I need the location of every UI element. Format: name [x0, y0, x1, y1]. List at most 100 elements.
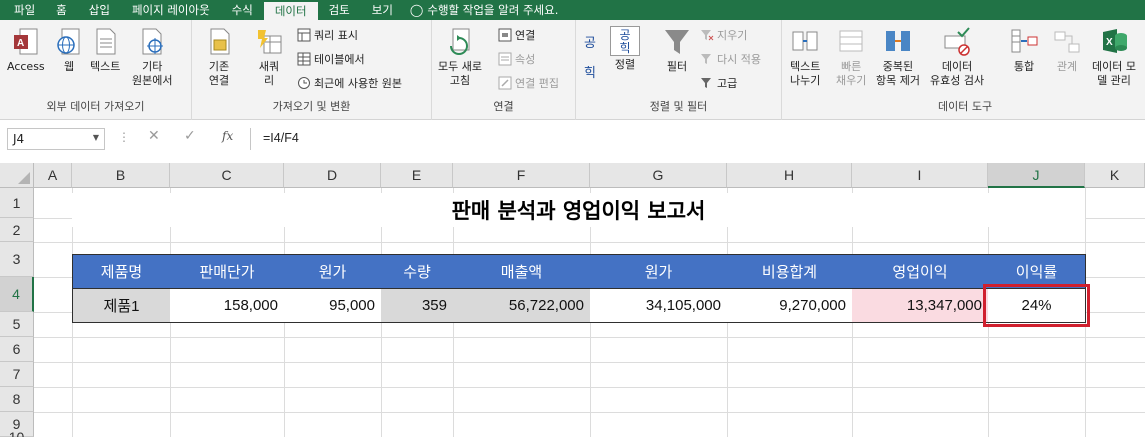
- connection-icon: [498, 28, 512, 42]
- data-cell-d4[interactable]: 95,000: [284, 289, 382, 323]
- insert-function-icon[interactable]: fx: [222, 129, 233, 143]
- enter-icon[interactable]: ✓: [184, 128, 196, 144]
- header-cell-e3[interactable]: 수량: [381, 254, 454, 289]
- row-header-1[interactable]: 1: [0, 188, 34, 218]
- data-cell-c4[interactable]: 158,000: [170, 289, 285, 323]
- row-header-6[interactable]: 6: [0, 337, 34, 362]
- row-header-3[interactable]: 3: [0, 242, 34, 277]
- tab-home[interactable]: 홈: [45, 0, 78, 20]
- new-query-button[interactable]: 새쿼 리: [254, 26, 284, 88]
- tell-me-text: 수행할 작업을 알려 주세요.: [427, 3, 559, 17]
- sort-button[interactable]: 공 힉 정렬: [610, 26, 640, 72]
- edit-links-button[interactable]: 연결 편집: [498, 75, 559, 91]
- name-box[interactable]: J4 ▼: [7, 128, 105, 150]
- row-header-5[interactable]: 5: [0, 312, 34, 337]
- tab-formulas[interactable]: 수식: [221, 0, 264, 20]
- reapply-icon: [700, 52, 714, 66]
- text-to-columns-button[interactable]: 텍스트 나누기: [790, 26, 820, 88]
- from-table-button[interactable]: 테이블에서: [297, 51, 365, 67]
- manage-data-model-button[interactable]: X 데이터 모 델 관리: [1092, 26, 1136, 88]
- tab-review[interactable]: 검토: [318, 0, 361, 20]
- row-header-2[interactable]: 2: [0, 218, 34, 242]
- properties-icon: [498, 52, 512, 66]
- filter-button[interactable]: 필터: [662, 26, 692, 74]
- access-button[interactable]: A Access: [7, 26, 45, 74]
- row-header-7[interactable]: 7: [0, 362, 34, 387]
- tab-view[interactable]: 보기: [361, 0, 404, 20]
- header-cell-c3[interactable]: 판매단가: [170, 254, 285, 289]
- access-icon: A: [11, 26, 41, 58]
- connections-button[interactable]: 연결: [498, 27, 535, 43]
- cancel-icon[interactable]: ✕: [148, 128, 160, 144]
- header-cell-d3[interactable]: 원가: [284, 254, 382, 289]
- column-header-j[interactable]: J: [988, 163, 1085, 188]
- sort-a-z-button[interactable]: 공: [584, 32, 596, 51]
- tab-page-layout[interactable]: 페이지 레이아웃: [121, 0, 221, 20]
- column-header-b[interactable]: B: [72, 163, 170, 188]
- group-label: 가져오기 및 변환: [272, 100, 351, 113]
- lightbulb-icon: ◯: [409, 3, 424, 17]
- filter-icon: [662, 26, 692, 58]
- group-get-transform: 기존 연결 새쿼 리 쿼리 표시 테이블에서 최근에 사용한 원본 가져오기 및…: [192, 20, 432, 120]
- report-title[interactable]: 판매 분석과 영업이익 보고서: [72, 193, 1085, 227]
- data-cell-g4[interactable]: 34,105,000: [590, 289, 728, 323]
- header-cell-i3[interactable]: 영업이익: [852, 254, 989, 289]
- text-to-columns-icon: [790, 26, 820, 58]
- selected-cell-highlight: [983, 284, 1090, 327]
- column-header-c[interactable]: C: [170, 163, 284, 188]
- data-model-icon: X: [1099, 26, 1129, 58]
- other-sources-icon: [137, 26, 167, 58]
- edit-links-icon: [498, 76, 512, 90]
- column-header-e[interactable]: E: [381, 163, 453, 188]
- select-all-button[interactable]: [0, 163, 34, 188]
- sort-dialog-icon: 공 힉: [610, 26, 640, 56]
- formula-input[interactable]: =I4/F4: [250, 128, 1145, 150]
- header-cell-h3[interactable]: 비용합계: [727, 254, 853, 289]
- header-cell-f3[interactable]: 매출액: [453, 254, 591, 289]
- row-header-4[interactable]: 4: [0, 277, 34, 312]
- column-header-g[interactable]: G: [590, 163, 727, 188]
- header-cell-g3[interactable]: 원가: [590, 254, 728, 289]
- remove-duplicates-icon: [883, 26, 913, 58]
- column-header-f[interactable]: F: [453, 163, 590, 188]
- column-header-k[interactable]: K: [1085, 163, 1145, 188]
- data-cell-h4[interactable]: 9,270,000: [727, 289, 853, 323]
- column-header-d[interactable]: D: [284, 163, 381, 188]
- tell-me-box[interactable]: ◯ 수행할 작업을 알려 주세요.: [404, 0, 558, 20]
- existing-connections-icon: [204, 26, 234, 58]
- data-cell-b4[interactable]: 제품1: [72, 289, 171, 323]
- refresh-all-button[interactable]: 모두 새로 고침: [438, 26, 482, 88]
- properties-button[interactable]: 속성: [498, 51, 535, 67]
- remove-duplicates-button[interactable]: 중복된 항목 제거: [876, 26, 920, 88]
- group-label: 정렬 및 필터: [649, 100, 708, 113]
- clear-filter-button[interactable]: 지우기: [700, 27, 747, 43]
- column-header-i[interactable]: I: [852, 163, 988, 188]
- data-cell-f4[interactable]: 56,722,000: [453, 289, 591, 323]
- flash-fill-button[interactable]: 빠른 채우기: [836, 26, 866, 88]
- relationships-button[interactable]: 관계: [1052, 26, 1082, 74]
- consolidate-button[interactable]: 통합: [1009, 26, 1039, 74]
- recent-sources-button[interactable]: 최근에 사용한 원본: [297, 75, 402, 91]
- tab-insert[interactable]: 삽입: [78, 0, 121, 20]
- sort-z-a-button[interactable]: 힉: [584, 62, 596, 81]
- group-sort-filter: 공 힉 공 힉 정렬 필터 지우기 다시 적용 고급 정렬 및 필터: [576, 20, 782, 120]
- column-header-h[interactable]: H: [727, 163, 852, 188]
- chevron-down-icon[interactable]: ▼: [93, 133, 99, 142]
- tab-file[interactable]: 파일: [0, 0, 45, 20]
- data-validation-button[interactable]: 데이터 유효성 검사: [930, 26, 984, 88]
- show-queries-button[interactable]: 쿼리 표시: [297, 27, 358, 43]
- from-web-button[interactable]: 웹: [54, 26, 84, 74]
- column-header-a[interactable]: A: [34, 163, 72, 188]
- data-cell-i4[interactable]: 13,347,000: [852, 289, 989, 323]
- from-text-button[interactable]: 텍스트: [90, 26, 120, 74]
- advanced-filter-button[interactable]: 고급: [700, 75, 737, 91]
- group-external-data: A Access 웹 텍스트 기타 원본에서 외부 데이터 가져오기: [0, 20, 192, 120]
- header-cell-b3[interactable]: 제품명: [72, 254, 171, 289]
- row-header-8[interactable]: 8: [0, 387, 34, 412]
- tab-data[interactable]: 데이터: [263, 2, 318, 20]
- gridline: [34, 242, 1145, 243]
- reapply-button[interactable]: 다시 적용: [700, 51, 761, 67]
- from-other-sources-button[interactable]: 기타 원본에서: [132, 26, 172, 88]
- data-cell-e4[interactable]: 359: [381, 289, 454, 323]
- existing-connections-button[interactable]: 기존 연결: [204, 26, 234, 88]
